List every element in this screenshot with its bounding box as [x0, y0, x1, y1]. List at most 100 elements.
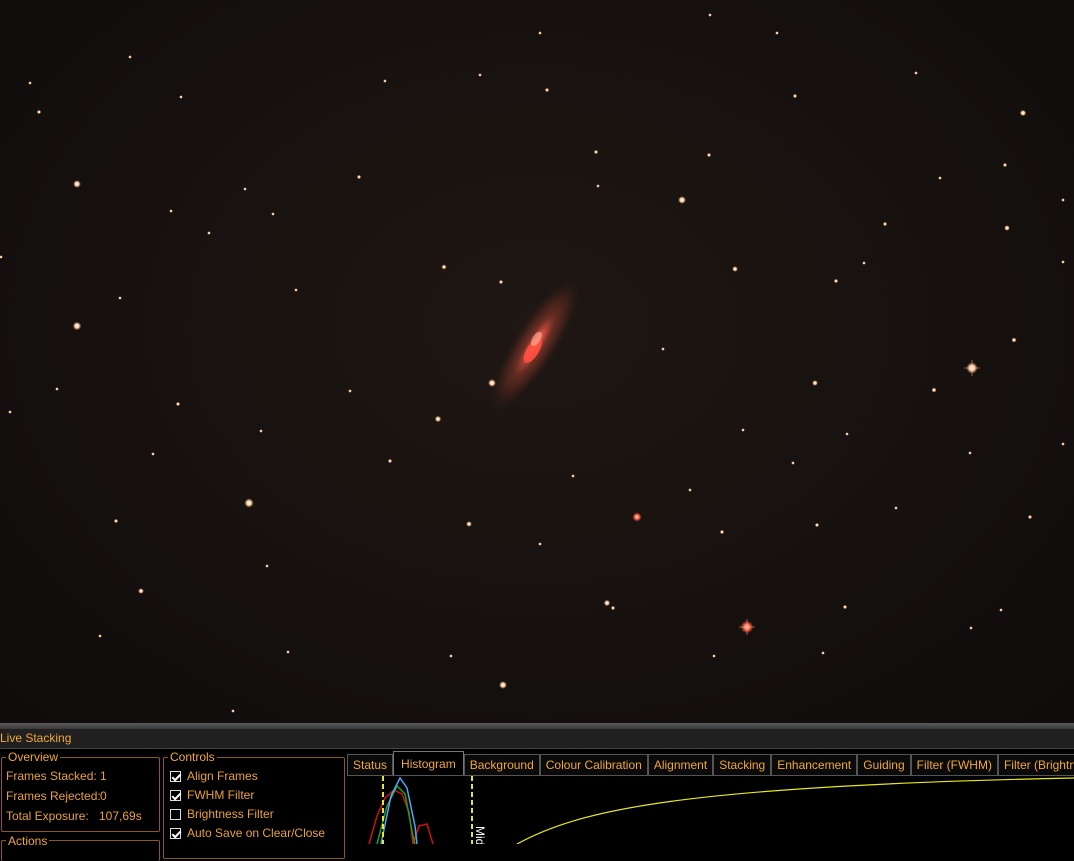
panel-title: Live Stacking: [0, 729, 1074, 749]
checkbox-box[interactable]: [170, 789, 181, 801]
midtone-label: Mid: [473, 826, 487, 844]
star: [243, 187, 247, 191]
star: [544, 87, 550, 93]
star: [931, 387, 937, 393]
tab-alignment[interactable]: Alignment: [647, 754, 714, 775]
star: [708, 13, 712, 17]
star: [113, 518, 119, 524]
star: [914, 71, 918, 75]
overview-title: Overview: [6, 750, 61, 764]
star: [383, 79, 387, 83]
star: [791, 461, 795, 465]
star: [938, 176, 942, 180]
star: [151, 452, 155, 456]
tab-histogram[interactable]: Histogram: [393, 751, 464, 775]
star: [118, 296, 122, 300]
star: [434, 415, 442, 423]
star: [72, 321, 82, 331]
star: [441, 264, 447, 270]
star: [478, 73, 482, 77]
fwhm-filter-label: FWHM Filter: [187, 788, 255, 802]
star: [259, 429, 263, 433]
star: [488, 379, 496, 387]
star: [1061, 198, 1065, 202]
star: [1002, 162, 1008, 168]
star: [845, 432, 849, 436]
checkbox-box[interactable]: [170, 770, 181, 782]
starfield: [0, 13, 1065, 713]
star: [231, 709, 235, 713]
star: [356, 174, 362, 180]
star: [712, 654, 716, 658]
frames-stacked-label: Frames Stacked:: [6, 769, 97, 783]
star: [1004, 225, 1010, 231]
auto-save-checkbox[interactable]: Auto Save on Clear/Close: [170, 826, 325, 840]
tab-bar: Status Histogram Background Colour Calib…: [347, 751, 1074, 775]
star: [449, 654, 453, 658]
tab-filter-fwhm[interactable]: Filter (FWHM): [910, 754, 998, 775]
star: [55, 387, 59, 391]
tab-background[interactable]: Background: [463, 754, 540, 775]
tab-guiding[interactable]: Guiding: [857, 754, 911, 775]
star: [593, 149, 599, 155]
star: [244, 498, 254, 508]
star: [271, 212, 275, 216]
star: [814, 522, 820, 528]
star: [833, 278, 839, 284]
tab-stacking[interactable]: Stacking: [713, 754, 772, 775]
star: [128, 55, 132, 59]
star: [610, 605, 616, 611]
total-exposure-value: 107,69s: [99, 809, 142, 823]
star: [1011, 337, 1017, 343]
star: [706, 152, 712, 158]
total-exposure-label: Total Exposure:: [6, 809, 89, 823]
stacked-image-view[interactable]: [0, 0, 1074, 723]
tab-enhancement[interactable]: Enhancement: [771, 754, 858, 775]
brightness-filter-label: Brightness Filter: [187, 807, 274, 821]
actions-group: Actions: [1, 834, 160, 861]
checkbox-box[interactable]: [170, 827, 181, 839]
star: [571, 474, 575, 478]
tab-filter-brightness[interactable]: Filter (Brightness): [997, 754, 1074, 775]
star: [98, 634, 102, 638]
star: [169, 209, 173, 213]
align-frames-checkbox[interactable]: Align Frames: [170, 769, 258, 783]
frames-rejected-value: 0: [100, 789, 107, 803]
star: [1061, 442, 1065, 446]
star: [387, 458, 393, 464]
star: [538, 542, 542, 546]
star: [732, 266, 738, 272]
brightness-filter-checkbox[interactable]: Brightness Filter: [170, 807, 274, 821]
star: [538, 31, 542, 35]
star: [792, 93, 798, 99]
star: [968, 451, 972, 455]
star: [632, 512, 642, 522]
tab-status[interactable]: Status: [347, 754, 394, 775]
star: [821, 651, 825, 655]
star: [596, 184, 600, 188]
star: [999, 608, 1003, 612]
auto-save-label: Auto Save on Clear/Close: [187, 826, 326, 840]
star: [719, 529, 725, 535]
actions-title: Actions: [6, 834, 50, 848]
star: [1027, 514, 1033, 520]
star: [603, 599, 611, 607]
star: [348, 389, 352, 393]
star: [678, 196, 686, 204]
live-stacking-panel: Live Stacking Overview Frames Stacked: 1…: [0, 729, 1074, 861]
star: [499, 681, 507, 689]
star: [8, 410, 12, 414]
histogram-plot[interactable]: Mid: [347, 775, 1074, 845]
star: [286, 650, 290, 654]
stretch-curve: [516, 777, 1074, 845]
star: [175, 401, 181, 407]
frames-rejected-label: Frames Rejected:: [6, 789, 101, 803]
galaxy-m82: [489, 277, 581, 413]
star: [1061, 260, 1065, 264]
checkbox-box[interactable]: [170, 808, 181, 820]
tab-colour-calibration[interactable]: Colour Calibration: [539, 754, 648, 775]
star: [265, 564, 269, 568]
star: [862, 261, 866, 265]
fwhm-filter-checkbox[interactable]: FWHM Filter: [170, 788, 254, 802]
star: [894, 506, 898, 510]
